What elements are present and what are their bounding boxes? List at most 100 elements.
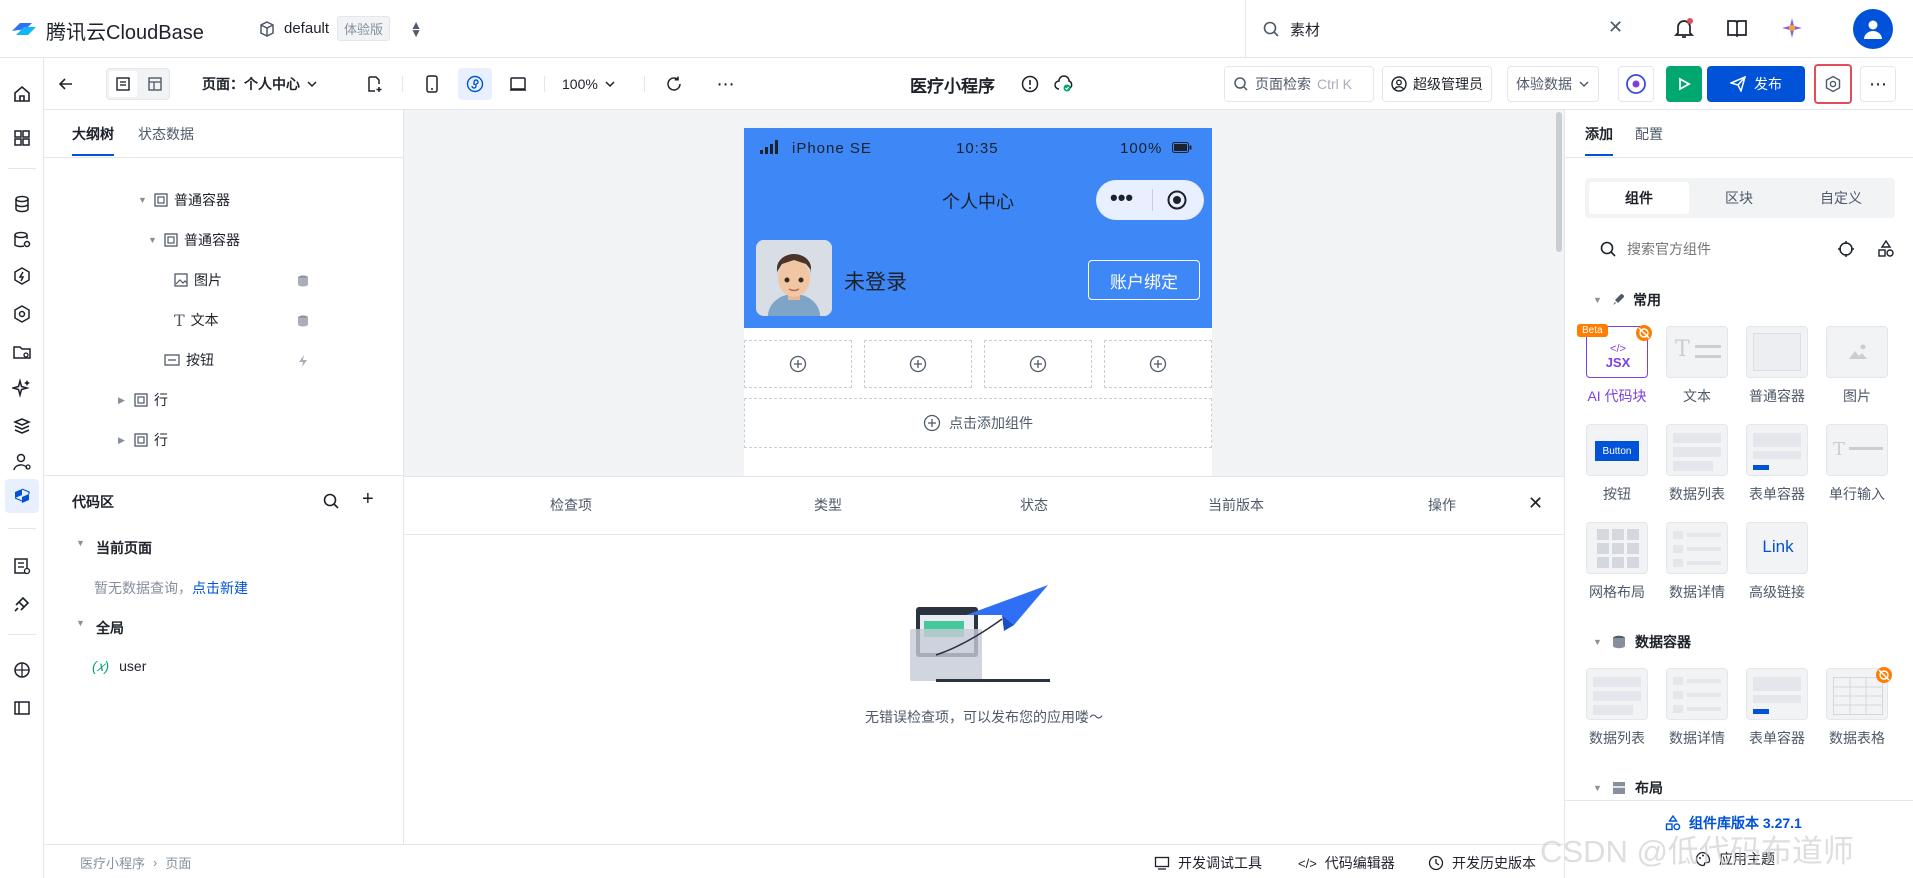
tab-outline[interactable]: 大纲树	[72, 124, 114, 156]
close-icon[interactable]: ✕	[1528, 493, 1543, 514]
breadcrumb-page[interactable]: 页面	[165, 853, 191, 872]
run-button[interactable]	[1666, 66, 1702, 102]
component-advanced-link[interactable]: Link 高级链接	[1737, 522, 1817, 602]
info-icon[interactable]	[1018, 68, 1042, 100]
user-manage-icon[interactable]	[10, 450, 34, 474]
page-selector[interactable]: 页面：个人中心	[202, 68, 318, 100]
component-text[interactable]: T 文本	[1657, 326, 1737, 406]
component-ai-code[interactable]: </> JSX Beta AI 代码块	[1577, 324, 1657, 406]
component-data-detail[interactable]: 数据详情	[1657, 522, 1737, 602]
mobile-view-icon[interactable]	[416, 68, 448, 100]
plug-icon[interactable]	[10, 592, 34, 616]
cloud-run-icon[interactable]	[10, 302, 34, 326]
component-grid-layout[interactable]: 网格布局	[1577, 522, 1657, 602]
book-icon[interactable]	[1726, 17, 1748, 39]
empty-slot[interactable]	[1104, 340, 1212, 388]
component-single-input[interactable]: T 单行输入	[1817, 424, 1897, 504]
tree-node[interactable]: ▼ 普通容器	[138, 188, 230, 212]
component-search-input[interactable]	[1627, 238, 1827, 260]
apps-grid-icon[interactable]	[10, 126, 34, 150]
canvas-scrollbar[interactable]	[1554, 110, 1564, 476]
env-switcher[interactable]: default 体验版 ▲ ▼	[258, 16, 422, 41]
empty-slot[interactable]	[744, 340, 852, 388]
cloudbase-logo-icon[interactable]	[10, 17, 38, 41]
scrollbar-thumb[interactable]	[1556, 112, 1562, 252]
tree-node[interactable]: T 文本	[174, 308, 219, 332]
material-search[interactable]: ✕	[1245, 0, 1638, 58]
bind-account-button[interactable]: 账户绑定	[1088, 260, 1200, 300]
caret-down-icon[interactable]: ▼	[138, 195, 148, 205]
lightning-icon[interactable]	[296, 354, 310, 368]
more-icon[interactable]: ⋯	[710, 68, 742, 100]
back-arrow-icon[interactable]	[54, 68, 78, 100]
history-button[interactable]: 开发历史版本	[1428, 853, 1536, 873]
mini-program-view-icon[interactable]	[458, 68, 492, 100]
settings-button[interactable]	[1814, 64, 1852, 104]
code-editor-button[interactable]: </> 代码编辑器	[1298, 853, 1395, 873]
component-container[interactable]: 普通容器	[1737, 326, 1817, 406]
component-data-list[interactable]: 数据列表	[1577, 668, 1657, 748]
search-icon[interactable]	[322, 492, 340, 510]
component-button[interactable]: Button 按钮	[1577, 424, 1657, 504]
caret-right-icon[interactable]: ▶	[118, 435, 128, 446]
phone-preview[interactable]: iPhone SE 10:35 100% 个人中心 ••• 未登录 账户绑定 点…	[744, 128, 1212, 476]
tree-node[interactable]: 按钮	[164, 348, 214, 372]
debug-tool-button[interactable]: 开发调试工具	[1154, 853, 1262, 873]
database-settings-icon[interactable]	[10, 228, 34, 252]
lowcode-icon[interactable]	[5, 479, 39, 513]
tree-node[interactable]: ▶ 行	[118, 428, 168, 452]
caret-down-icon[interactable]: ▼	[148, 235, 158, 245]
page-list-icon[interactable]	[109, 71, 137, 97]
publish-button[interactable]: 发布	[1707, 66, 1805, 102]
component-form-container[interactable]: 表单容器	[1737, 668, 1817, 748]
target-close-icon[interactable]	[1166, 189, 1188, 211]
more-dots-icon[interactable]: •••	[1110, 187, 1133, 209]
create-new-link[interactable]: 点击新建	[192, 580, 248, 596]
refresh-icon[interactable]	[658, 68, 690, 100]
component-data-list[interactable]: 数据列表	[1657, 424, 1737, 504]
bell-icon[interactable]	[1672, 16, 1696, 40]
modules-icon[interactable]	[10, 658, 34, 682]
preview-eye-button[interactable]	[1618, 66, 1654, 102]
variable-user[interactable]: (𝑥) user	[92, 658, 146, 675]
user-avatar[interactable]	[1853, 9, 1893, 49]
section-data-container[interactable]: ▼ 数据容器	[1593, 632, 1691, 652]
shapes-icon[interactable]	[1877, 240, 1895, 258]
caret-right-icon[interactable]: ▶	[118, 395, 128, 406]
layout-icon[interactable]	[141, 71, 169, 97]
page-search-box[interactable]: 页面检索 Ctrl K	[1224, 66, 1374, 102]
more-options-button[interactable]: ⋯	[1860, 66, 1896, 102]
add-page-icon[interactable]	[362, 68, 386, 100]
storage-folder-icon[interactable]	[10, 340, 34, 364]
stack-layers-icon[interactable]	[10, 414, 34, 438]
profile-header[interactable]: iPhone SE 10:35 100% 个人中心 ••• 未登录 账户绑定	[744, 128, 1212, 328]
logs-icon[interactable]	[10, 554, 34, 578]
collapse-sidebar-icon[interactable]	[10, 696, 34, 720]
empty-slot[interactable]	[984, 340, 1092, 388]
tablet-view-icon[interactable]	[502, 68, 534, 100]
segment-custom[interactable]: 自定义	[1791, 182, 1891, 214]
locate-crosshair-icon[interactable]	[1837, 240, 1855, 258]
ai-sparkle-icon[interactable]	[10, 376, 34, 400]
database-icon[interactable]	[10, 192, 34, 216]
material-search-input[interactable]	[1290, 20, 1590, 38]
section-current-page[interactable]: ▼ 当前页面	[76, 538, 152, 558]
data-binding-icon[interactable]	[296, 314, 310, 328]
add-component-slot[interactable]: 点击添加组件	[744, 398, 1212, 448]
zoom-selector[interactable]: 100%	[562, 68, 616, 100]
section-common[interactable]: ▼ 常用	[1593, 290, 1661, 310]
avatar[interactable]	[756, 240, 832, 316]
role-selector[interactable]: 超级管理员	[1382, 66, 1492, 102]
add-icon[interactable]: +	[362, 488, 374, 511]
component-image[interactable]: 图片	[1817, 326, 1897, 406]
tab-add[interactable]: 添加	[1585, 124, 1613, 156]
component-form-container[interactable]: 表单容器	[1737, 424, 1817, 504]
segment-blocks[interactable]: 区块	[1689, 182, 1789, 214]
tree-node[interactable]: 图片	[174, 268, 222, 292]
breadcrumb-app[interactable]: 医疗小程序	[80, 853, 145, 872]
section-global[interactable]: ▼ 全局	[76, 618, 124, 638]
home-icon[interactable]	[10, 82, 34, 106]
tab-config[interactable]: 配置	[1635, 124, 1663, 144]
cloud-synced-icon[interactable]	[1052, 68, 1076, 100]
component-data-detail[interactable]: 数据详情	[1657, 668, 1737, 748]
